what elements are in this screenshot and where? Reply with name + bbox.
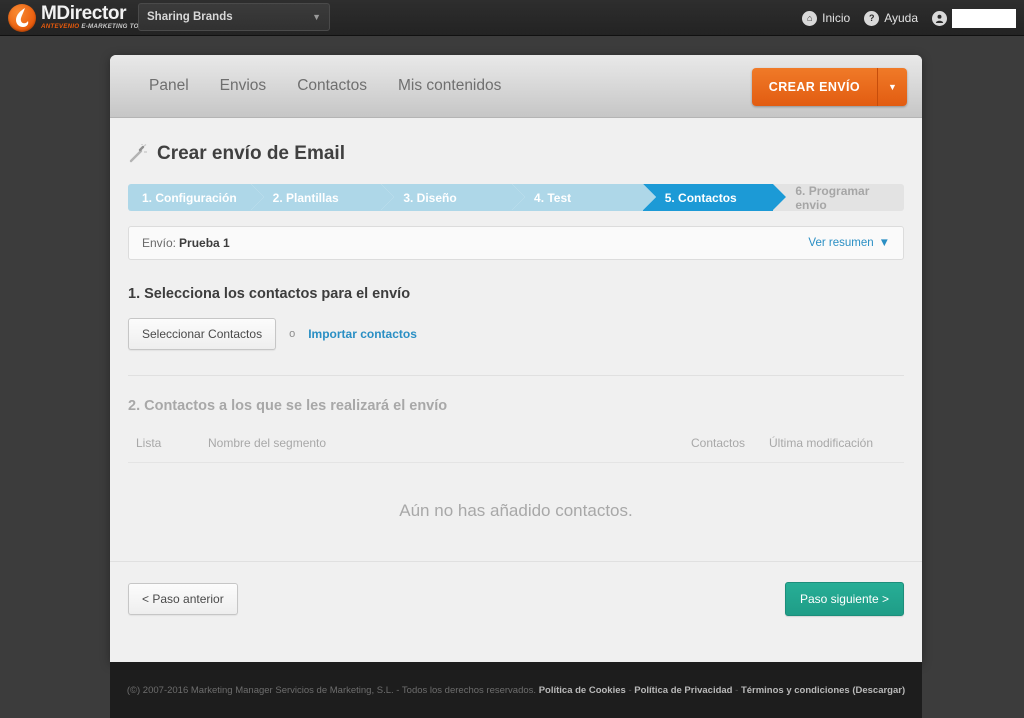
nav-item-contactos[interactable]: Contactos — [297, 77, 367, 95]
nav-item-panel[interactable]: Panel — [149, 77, 189, 95]
column-header-contactos: Contactos — [691, 436, 746, 450]
chevron-down-icon: ▼ — [312, 12, 321, 22]
footer-link-terms[interactable]: Términos y condiciones (Descargar) — [741, 685, 905, 696]
column-header-lista: Lista — [136, 436, 162, 450]
wizard-step-3-label: 3. Diseño — [403, 190, 457, 205]
column-header-nombre-segmento: Nombre del segmento — [208, 436, 327, 450]
section-contacts-table: 2. Contactos a los que se les realizará … — [128, 376, 904, 561]
wizard-step-2[interactable]: 2. Plantillas — [250, 184, 394, 211]
user-name-field[interactable] — [952, 8, 1016, 28]
ver-resumen-label: Ver resumen — [808, 237, 874, 249]
topnav-ayuda-label: Ayuda — [884, 11, 918, 25]
ver-resumen-toggle[interactable]: Ver resumen ▼ — [808, 237, 890, 249]
contacts-table-header: Lista Nombre del segmento Contactos Últi… — [128, 414, 904, 463]
section1-title: 1. Selecciona los contactos para el enví… — [128, 286, 411, 302]
action-separator: o — [289, 328, 296, 340]
section1-actions: Seleccionar Contactos o Importar contact… — [128, 318, 904, 350]
wizard-steps: 1. Configuración 2. Plantillas 3. Diseño… — [128, 183, 905, 212]
seleccionar-contactos-button[interactable]: Seleccionar Contactos — [128, 318, 277, 350]
crear-envio-button-group: CREAR ENVÍO ▼ — [751, 68, 907, 106]
crear-envio-button[interactable]: CREAR ENVÍO — [751, 68, 878, 106]
app-page: MDirector ANTEVENIO E-MARKETING TOOL Sha… — [0, 0, 1024, 718]
nav-item-mis-contenidos[interactable]: Mis contenidos — [398, 77, 501, 95]
topnav-inicio-label: Inicio — [822, 11, 851, 25]
footer-link-cookies[interactable]: Política de Cookies — [539, 685, 626, 696]
contacts-empty-state: Aún no has añadido contactos. — [399, 501, 633, 520]
mdirector-logo-icon — [8, 3, 36, 32]
importar-contactos-link[interactable]: Importar contactos — [308, 327, 417, 341]
page-title: Crear envío de Email — [157, 143, 345, 164]
global-topnav: ⌂ Inicio ? Ayuda — [802, 0, 1016, 36]
wizard-step-5[interactable]: 5. Contactos — [642, 184, 786, 211]
panel-content: Crear envío de Email 1. Configuración 2.… — [110, 118, 922, 616]
paso-anterior-button[interactable]: < Paso anterior — [128, 583, 238, 615]
wizard-step-4-label: 4. Test — [534, 190, 572, 205]
user-avatar-icon — [932, 10, 947, 26]
brand-selector-value: Sharing Brands — [147, 11, 233, 23]
footer-link-privacy[interactable]: Política de Privacidad — [634, 685, 732, 696]
site-footer: (©) 2007-2016 Marketing Manager Servicio… — [110, 662, 922, 718]
brand-selector-dropdown[interactable]: Sharing Brands ▼ — [138, 3, 330, 31]
envio-summary-name: Prueba 1 — [179, 236, 230, 250]
help-icon: ? — [864, 10, 880, 26]
section-select-contacts: 1. Selecciona los contactos para el enví… — [128, 260, 904, 376]
wizard-step-5-label: 5. Contactos — [664, 190, 737, 205]
wizard-step-6-label: 6. Programar envio — [795, 183, 870, 212]
home-icon: ⌂ — [802, 10, 818, 26]
page-title-row: Crear envío de Email — [110, 118, 922, 165]
wizard-step-1-label: 1. Configuración — [142, 190, 237, 205]
envio-summary-prefix: Envío: — [142, 236, 177, 250]
logo-tagline: ANTEVENIO E-MARKETING TOOL — [41, 23, 148, 31]
app-nav-links: Panel Envios Contactos Mis contenidos — [149, 77, 501, 95]
nav-item-envios[interactable]: Envios — [220, 77, 267, 95]
column-header-ultima-modificacion: Última modificación — [769, 436, 874, 450]
topnav-item-inicio[interactable]: ⌂ Inicio — [802, 10, 851, 26]
paso-siguiente-button[interactable]: Paso siguiente > — [784, 582, 904, 616]
wizard-step-3[interactable]: 3. Diseño — [381, 184, 525, 211]
magic-wand-icon — [128, 143, 148, 164]
logo-wordmark: MDirector — [41, 3, 127, 25]
global-topbar: MDirector ANTEVENIO E-MARKETING TOOL Sha… — [0, 0, 1024, 36]
footer-copyright: (©) 2007-2016 Marketing Manager Servicio… — [126, 684, 537, 696]
wizard-footer: < Paso anterior Paso siguiente > — [110, 562, 922, 616]
brand-logo[interactable]: MDirector ANTEVENIO E-MARKETING TOOL — [8, 3, 148, 32]
envio-summary-bar: Envío: Prueba 1 Ver resumen ▼ — [128, 226, 904, 260]
app-panel: Panel Envios Contactos Mis contenidos CR… — [110, 55, 922, 662]
topnav-item-ayuda[interactable]: ? Ayuda — [864, 10, 918, 26]
wizard-step-2-label: 2. Plantillas — [272, 190, 339, 205]
chevron-down-icon: ▼ — [878, 237, 890, 249]
wizard-step-4[interactable]: 4. Test — [512, 184, 656, 211]
footer-sep-1: - — [628, 684, 632, 696]
app-navbar: Panel Envios Contactos Mis contenidos CR… — [110, 55, 922, 118]
topnav-item-user[interactable] — [932, 8, 1016, 28]
wizard-step-1[interactable]: 1. Configuración — [128, 184, 264, 211]
wizard-step-6[interactable]: 6. Programar envio — [773, 183, 905, 212]
footer-sep-2: - — [735, 684, 739, 696]
section2-title: 2. Contactos a los que se les realizará … — [128, 398, 448, 414]
crear-envio-dropdown-toggle[interactable]: ▼ — [878, 68, 907, 106]
